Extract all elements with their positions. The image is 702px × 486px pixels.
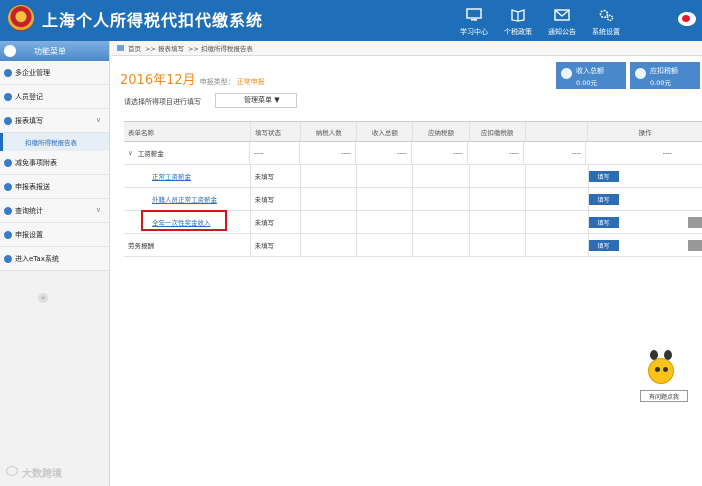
group-name: 工资薪金 [137,150,164,158]
sidebar-item-exemption[interactable]: 减免事项附表 [0,151,109,175]
column-header: 操作 [638,128,652,137]
app-header: 上海个人所得税代扣代缴系统 学习中心 个税政策 通知公告 系统设置 [0,0,702,41]
period-type: 正常申报 [236,78,265,86]
fill-button[interactable]: 填写 [588,194,619,205]
weibo-icon[interactable] [678,12,696,26]
tax-emblem-logo [8,5,34,31]
chevron-down-icon[interactable]: ∨ [128,149,133,157]
query-icon [4,207,12,215]
period-date: 2016年12月 [120,73,196,88]
sidebar-subitem-withholding-report[interactable]: 扣缴所得税报告表 [0,133,109,151]
table-header-row: 表单名称 填写状态 纳税人数 收入总额 应纳税额 应扣缴税额 操作 [124,122,702,142]
fill-status: 未填写 [251,165,301,187]
more-button[interactable] [688,240,702,251]
column-header: 填写状态 [251,122,302,141]
breadcrumb-home[interactable]: 首页 [128,43,141,53]
building-icon [4,69,12,77]
breadcrumb-level-1[interactable]: >> 报表填写 [145,43,184,53]
sidebar-header: 功能菜单 [0,41,109,61]
nav-settings[interactable]: 系统设置 [584,0,628,41]
nav-learning-center[interactable]: 学习中心 [452,0,496,41]
mail-icon [554,9,570,21]
sidebar-item-settings[interactable]: 申报设置 [0,223,109,247]
sidebar-item-personnel[interactable]: 人员登记 [0,85,109,109]
sidebar-collapse-button[interactable]: « [38,293,48,303]
monitor-icon [466,8,482,21]
group-name: 劳务报酬 [124,234,251,256]
breadcrumb: 首页 >> 报表填写 >> 扣缴所得税报告表 [111,41,702,56]
coins-icon [561,68,572,79]
form-link[interactable]: 正常工资薪金 [128,171,191,181]
stat-income-total: 收入总额 0.00元 [556,62,626,89]
nav-notices[interactable]: 通知公告 [540,0,584,41]
column-header: 表单名称 [124,122,251,141]
report-table: 表单名称 填写状态 纳税人数 收入总额 应纳税额 应扣缴税额 操作 ∨ 工资薪金 … [124,121,702,257]
sidebar-item-etax[interactable]: 进入eTax系统 [0,247,109,271]
book-icon [511,9,525,22]
sidebar-item-submit[interactable]: 申报表报送 [0,175,109,199]
column-header [526,122,589,141]
chevron-down-icon: ∨ [95,116,101,124]
table-row: 外籍人员正常工资薪金 未填写 填写 [124,188,702,211]
etax-icon [4,255,12,263]
fill-status: 未填写 [251,211,301,233]
fill-button[interactable]: 填写 [588,240,619,251]
exemption-icon [4,159,12,167]
fill-status: 未填写 [251,188,301,210]
column-header: 纳税人数 [301,122,358,141]
fill-button[interactable]: 填写 [588,217,619,228]
home-icon [117,45,124,51]
app-title: 上海个人所得税代扣代缴系统 [42,11,264,30]
column-header: 应纳税额 [413,122,470,141]
stat-tax-withheld: 应扣税额 0.00元 [630,62,700,89]
watermark-icon [6,466,18,476]
menu-icon [4,45,16,57]
chevron-down-icon: ∨ [95,206,101,214]
hand-icon [635,68,646,79]
column-header: 应扣缴税额 [470,122,526,141]
form-link[interactable]: 外籍人员正常工资薪金 [128,194,217,204]
breadcrumb-level-2: >> 扣缴所得税报告表 [187,45,253,53]
send-icon [4,183,12,191]
person-icon [4,93,12,101]
gear-icon [599,9,614,22]
help-badge[interactable]: 有问题点我 [640,390,688,402]
more-button[interactable] [688,217,702,228]
settings-icon [4,231,12,239]
sidebar-item-report-fill[interactable]: 报表填写 ∨ [0,109,109,133]
fill-button[interactable]: 填写 [588,171,619,182]
assistant-mascot-icon[interactable] [644,350,678,390]
manage-menu-select[interactable]: 管理菜单 ▼ [215,93,297,108]
filter-label: 请选择所得项目进行填写 [124,98,201,106]
form-icon [4,117,12,125]
table-row: 正常工资薪金 未填写 填写 [124,165,702,188]
period-type-label: 申报类型： [199,78,235,86]
period-info: 2016年12月 申报类型： 正常申报 [120,69,265,88]
watermark: 大数跨境 [22,469,62,480]
table-group-row: ∨ 工资薪金 ---- ---- ---- ---- ---- ---- ---- [124,142,702,165]
fill-status: 未填写 [251,234,301,256]
header-nav: 学习中心 个税政策 通知公告 系统设置 [452,0,628,41]
sidebar-item-query[interactable]: 查询统计 ∨ [0,199,109,223]
column-header: 收入总额 [357,122,414,141]
nav-tax-policy[interactable]: 个税政策 [496,0,540,41]
highlight-annotation-box [141,210,227,231]
sidebar-item-multi-enterprise[interactable]: 多企业管理 [0,61,109,85]
table-row: 劳务报酬 未填写 填写 [124,234,702,257]
sidebar: 功能菜单 多企业管理 人员登记 报表填写 ∨ 扣缴所得税报告表 减免事项附表 申报… [0,41,110,486]
